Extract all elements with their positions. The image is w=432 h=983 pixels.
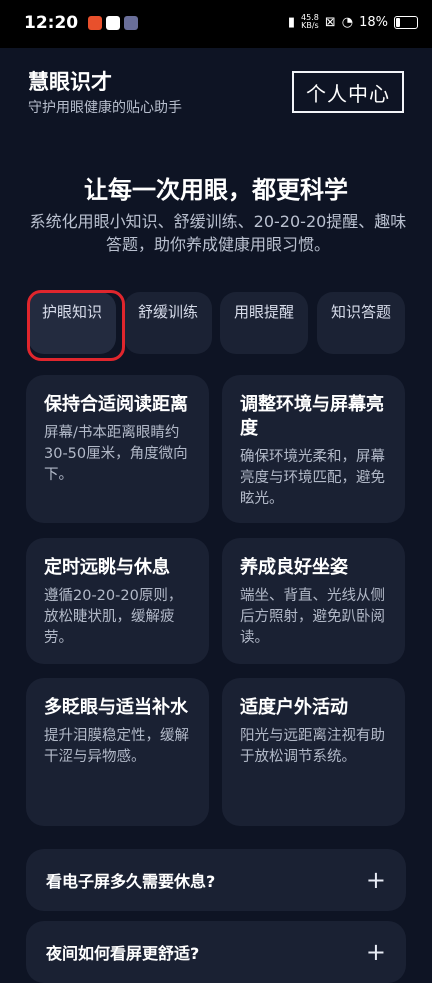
tip-card[interactable]: 适度户外活动 阳光与远距离注视有助于放松调节系统。 bbox=[222, 678, 405, 826]
tip-card-title: 适度户外活动 bbox=[240, 697, 348, 718]
tip-card[interactable]: 定时远眺与休息 遵循20-20-20原则，放松睫状肌，缓解疲劳。 bbox=[26, 538, 209, 664]
status-time: 12:20 bbox=[24, 13, 79, 33]
tab-label: 舒缓训练 bbox=[138, 303, 199, 321]
video-app-icon bbox=[124, 16, 138, 30]
tab-label: 用眼提醒 bbox=[234, 303, 295, 321]
tab-eye-reminder[interactable]: 用眼提醒 bbox=[220, 292, 308, 354]
battery-icon bbox=[394, 15, 418, 29]
profile-button[interactable]: 个人中心 bbox=[292, 71, 404, 113]
wifi-icon: ◔ bbox=[341, 14, 354, 30]
tip-card-title: 定时远眺与休息 bbox=[44, 557, 170, 578]
hero-title: 让每一次用眼，都更科学 bbox=[84, 176, 348, 204]
tab-quiz[interactable]: 知识答题 bbox=[317, 292, 405, 354]
tip-card[interactable]: 多眨眼与适当补水 提升泪膜稳定性，缓解干涩与异物感。 bbox=[26, 678, 209, 826]
status-right: ▮ 45.8 KB/s ⊠ ◔ 18% bbox=[288, 14, 418, 30]
vibrate-icon: ▮ bbox=[287, 14, 296, 30]
tip-card-title: 保持合适阅读距离 bbox=[44, 394, 188, 415]
tab-relax-training[interactable]: 舒缓训练 bbox=[124, 292, 212, 354]
tip-card[interactable]: 调整环境与屏幕亮度 确保环境光柔和，屏幕亮度与环境匹配，避免眩光。 bbox=[222, 375, 405, 523]
status-bar: 12:20 ▮ 45.8 KB/s ⊠ ◔ 18% bbox=[0, 0, 432, 48]
network-speed: 45.8 KB/s bbox=[301, 14, 319, 30]
tip-card-title: 多眨眼与适当补水 bbox=[44, 697, 188, 718]
tip-card-desc: 屏幕/书本距离眼睛约30-50厘米，角度微向下。 bbox=[44, 425, 188, 483]
app-subtitle: 守护用眼健康的贴心助手 bbox=[28, 100, 182, 116]
faq-item[interactable]: 看电子屏多久需要休息? + bbox=[26, 849, 406, 911]
tip-card-desc: 遵循20-20-20原则，放松睫状肌，缓解疲劳。 bbox=[44, 588, 183, 646]
faq-question: 看电子屏多久需要休息? bbox=[46, 872, 216, 891]
plus-icon[interactable]: + bbox=[366, 938, 386, 966]
sim-off-icon: ⊠ bbox=[324, 14, 336, 30]
network-speed-unit: KB/s bbox=[301, 21, 319, 30]
tip-card-desc: 端坐、背直、光线从侧后方照射，避免趴卧阅读。 bbox=[240, 588, 385, 646]
weibo-icon bbox=[88, 16, 102, 30]
faq-question: 夜间如何看屏更舒适? bbox=[46, 944, 200, 963]
tip-card-desc: 提升泪膜稳定性，缓解干涩与异物感。 bbox=[44, 728, 189, 765]
tip-card-title: 调整环境与屏幕亮度 bbox=[240, 394, 384, 439]
mail-icon bbox=[106, 16, 120, 30]
tip-card[interactable]: 养成良好坐姿 端坐、背直、光线从侧后方照射，避免趴卧阅读。 bbox=[222, 538, 405, 664]
app-title: 慧眼识才 bbox=[28, 70, 112, 94]
plus-icon[interactable]: + bbox=[366, 866, 386, 894]
tip-card-desc: 阳光与远距离注视有助于放松调节系统。 bbox=[240, 728, 385, 765]
battery-text: 18% bbox=[359, 14, 388, 30]
hero-description: 系统化用眼小知识、舒缓训练、20-20-20提醒、趣味答题，助你养成健康用眼习惯… bbox=[29, 212, 407, 254]
selection-highlight bbox=[27, 290, 125, 361]
tip-card-title: 养成良好坐姿 bbox=[240, 557, 348, 578]
tip-card[interactable]: 保持合适阅读距离 屏幕/书本距离眼睛约30-50厘米，角度微向下。 bbox=[26, 375, 209, 523]
faq-item[interactable]: 夜间如何看屏更舒适? + bbox=[26, 921, 406, 983]
tip-card-desc: 确保环境光柔和，屏幕亮度与环境匹配，避免眩光。 bbox=[240, 449, 385, 507]
tab-label: 知识答题 bbox=[331, 303, 392, 321]
